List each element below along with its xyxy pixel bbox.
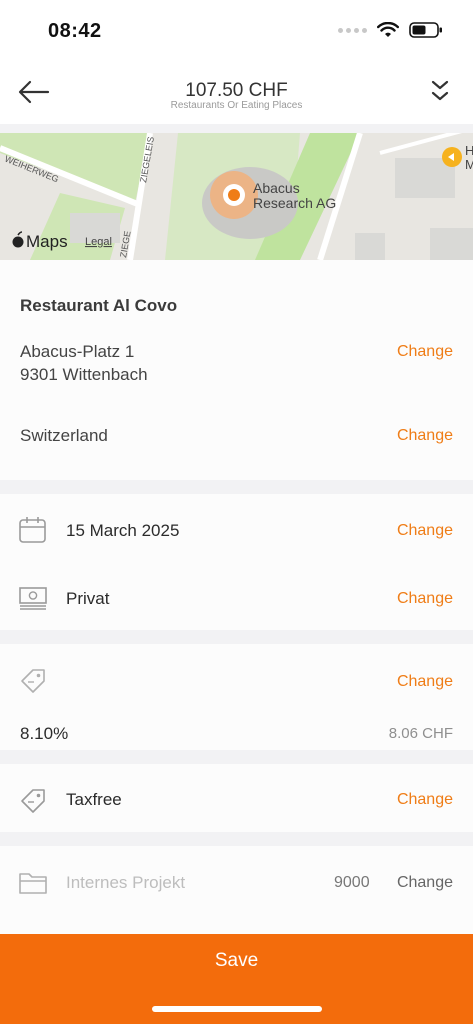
details-card: 15 March 2025 Change Privat Change bbox=[0, 494, 473, 630]
status-bar: 08:42 bbox=[0, 0, 473, 60]
save-button-label: Save bbox=[214, 950, 259, 971]
section-divider bbox=[0, 630, 473, 644]
cellular-signal-icon bbox=[338, 27, 367, 33]
address-street: Abacus-Platz 1 bbox=[20, 342, 135, 361]
expense-amount: 107.50 CHF bbox=[185, 80, 288, 101]
wifi-icon bbox=[377, 22, 399, 37]
section-divider bbox=[0, 480, 473, 494]
cash-icon bbox=[19, 587, 47, 610]
address-city: 9301 Wittenbach bbox=[20, 365, 148, 384]
change-tax-button[interactable]: Change bbox=[397, 791, 453, 809]
map-graphic: WEIHERWEG ZIEGELEIS ZIEGE Abacus Researc… bbox=[0, 133, 473, 260]
tag-icon bbox=[21, 669, 45, 693]
calendar-icon bbox=[19, 517, 46, 543]
navigation-bar: 107.50 CHF Restaurants Or Eating Places bbox=[0, 60, 473, 124]
expense-date: 15 March 2025 bbox=[66, 521, 180, 540]
merchant-name: Restaurant Al Covo bbox=[20, 296, 178, 315]
location-map[interactable]: WEIHERWEG ZIEGELEIS ZIEGE Abacus Researc… bbox=[0, 133, 473, 260]
vat-rate: 8.10% bbox=[20, 724, 69, 743]
status-indicators bbox=[338, 22, 443, 38]
change-address-button[interactable]: Change bbox=[397, 343, 453, 361]
home-indicator bbox=[152, 1006, 322, 1012]
change-project-button[interactable]: Change bbox=[397, 874, 453, 892]
change-vat-button[interactable]: Change bbox=[397, 673, 453, 691]
change-date-button[interactable]: Change bbox=[397, 522, 453, 540]
map-legal-link[interactable]: Legal bbox=[85, 236, 112, 248]
expense-category: Restaurants Or Eating Places bbox=[170, 100, 303, 111]
tax-code: Taxfree bbox=[66, 790, 122, 809]
folder-icon bbox=[19, 873, 47, 894]
location-card: Restaurant Al Covo Abacus-Platz 1 9301 W… bbox=[0, 260, 473, 480]
status-time: 08:42 bbox=[48, 20, 102, 42]
change-payment-button[interactable]: Change bbox=[397, 590, 453, 608]
corner-poi-label-line2: M bbox=[465, 157, 473, 172]
tax-card: Taxfree Change bbox=[0, 764, 473, 832]
section-divider bbox=[0, 750, 473, 764]
section-divider bbox=[0, 832, 473, 846]
poi-label-line1: Abacus bbox=[253, 180, 300, 196]
corner-poi-label-line1: H bbox=[465, 143, 473, 158]
vat-card: Change 8.10% 8.06 CHF bbox=[0, 644, 473, 750]
address-country: Switzerland bbox=[20, 426, 108, 445]
battery-icon bbox=[409, 22, 442, 38]
vat-amount: 8.06 CHF bbox=[388, 725, 453, 742]
project-placeholder: Internes Projekt bbox=[66, 873, 186, 892]
tax-tag-icon bbox=[21, 789, 45, 813]
payment-method: Privat bbox=[66, 589, 110, 608]
project-card: Internes Projekt 9000 Change bbox=[0, 846, 473, 934]
poi-label-line2: Research AG bbox=[253, 195, 336, 211]
project-code: 9000 bbox=[334, 874, 370, 891]
change-country-button[interactable]: Change bbox=[397, 427, 453, 445]
double-chevron-down-icon[interactable] bbox=[429, 76, 451, 106]
maps-brand-label: Maps bbox=[26, 232, 68, 251]
section-divider bbox=[0, 124, 473, 133]
